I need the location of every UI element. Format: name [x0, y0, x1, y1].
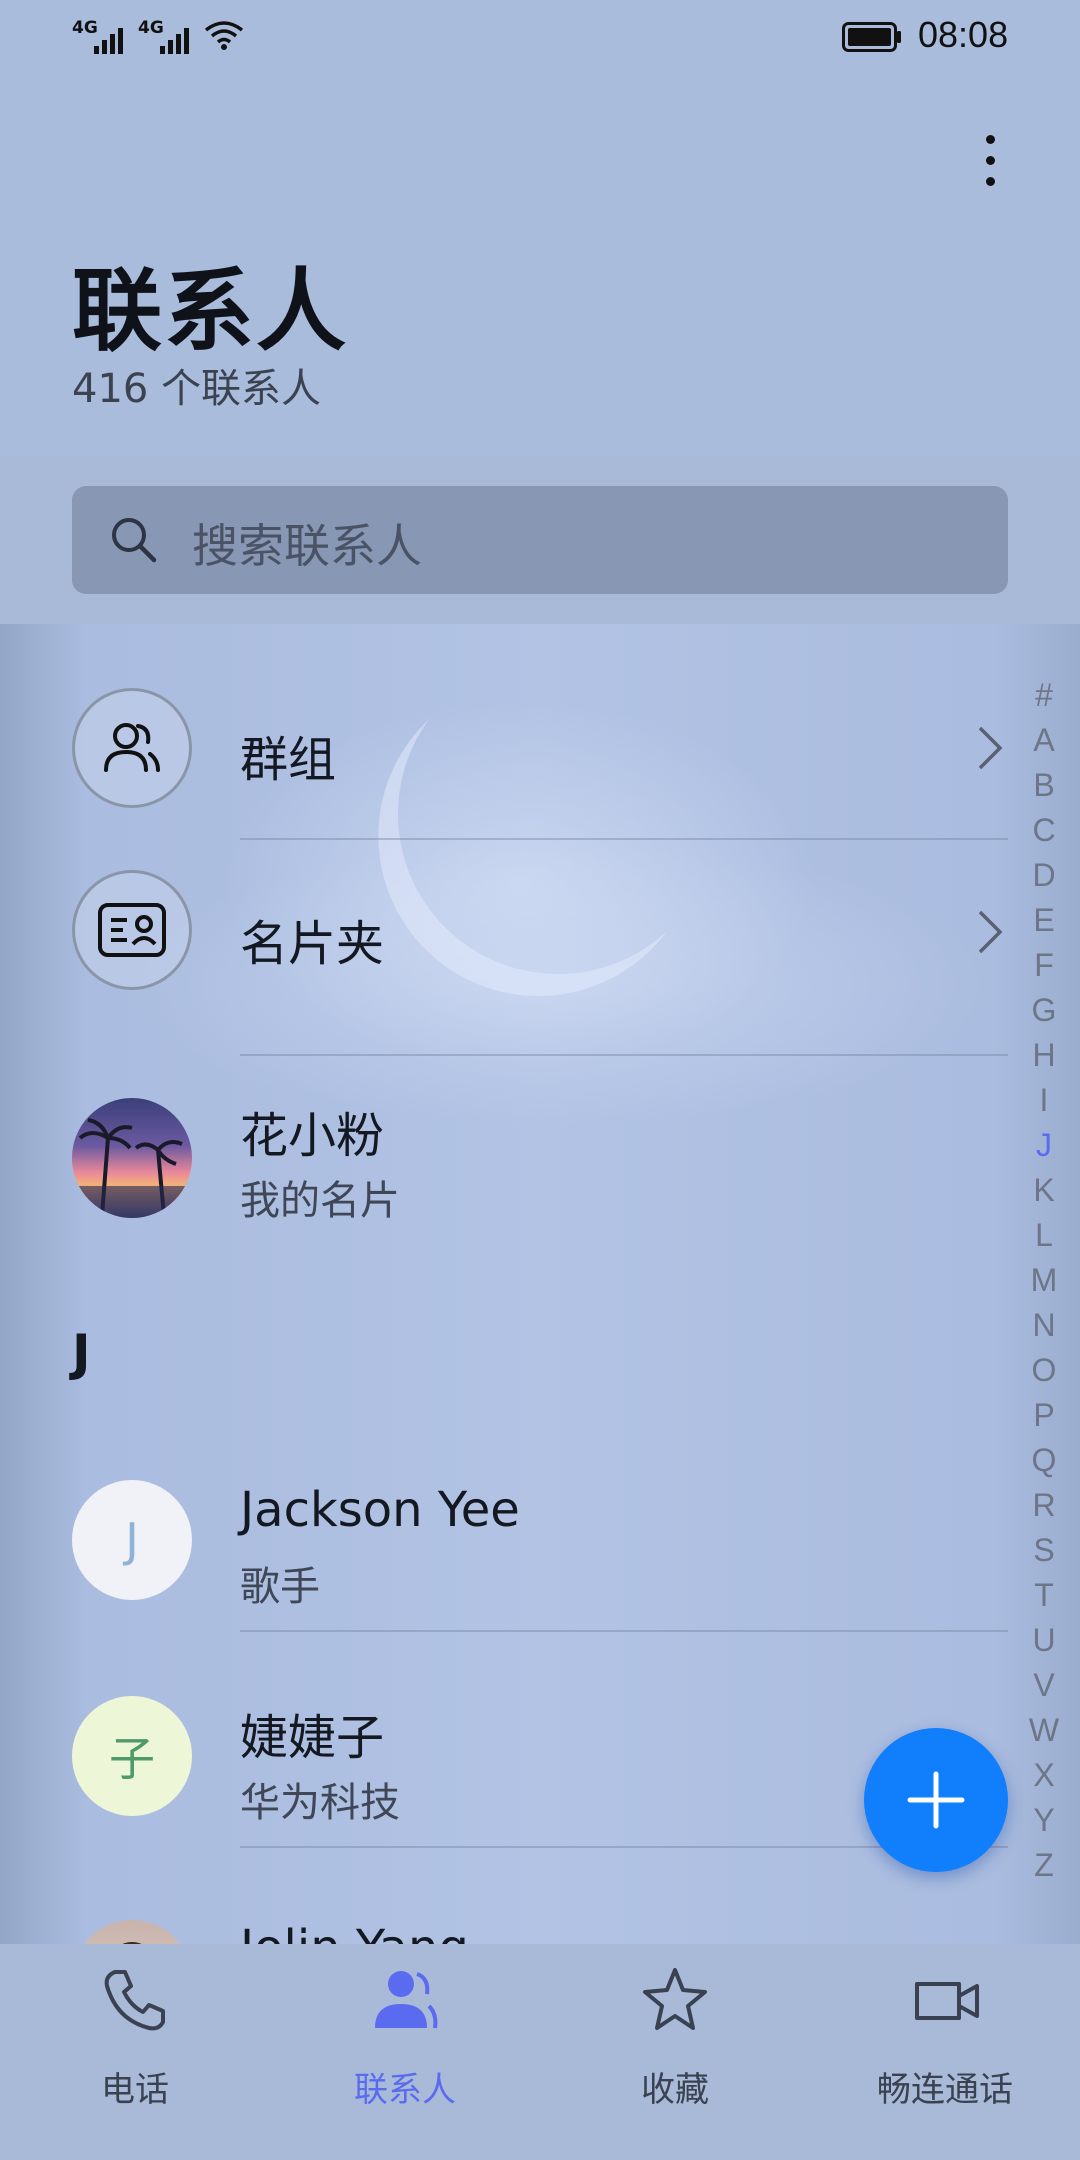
alphabet-letter-q[interactable]: Q [1024, 1438, 1064, 1483]
nav-favorites-label: 收藏 [641, 2070, 709, 2110]
nav-phone-label: 电话 [101, 2070, 169, 2110]
alphabet-letter-r[interactable]: R [1024, 1483, 1064, 1528]
alphabet-letter-x[interactable]: X [1024, 1753, 1064, 1798]
alphabet-letter-h[interactable]: H [1024, 1033, 1064, 1078]
alphabet-letter-a[interactable]: A [1024, 718, 1064, 763]
search-placeholder: 搜索联系人 [192, 519, 422, 573]
avatar-initial: J [125, 1513, 139, 1567]
star-icon [643, 1968, 707, 2030]
contact-row[interactable]: Jolin Yang [0, 1848, 1020, 1944]
palm-tree-photo-icon [72, 1118, 192, 1218]
alphabet-index[interactable]: # A B C D E F G H I J K L M N O P Q R S T U V W X Y Z [1024, 673, 1064, 1888]
alphabet-letter-u[interactable]: U [1024, 1618, 1064, 1663]
alphabet-letter-p[interactable]: P [1024, 1393, 1064, 1438]
contact-subtitle: 歌手 [240, 1564, 320, 1610]
alphabet-letter-hash[interactable]: # [1024, 673, 1064, 718]
contacts-icon [375, 1971, 438, 2029]
business-card-icon [72, 870, 192, 990]
nav-meetime-label: 畅连通话 [877, 2070, 1013, 2110]
contact-name: Jolin Yang [240, 1920, 469, 1944]
my-card-name: 花小粉 [240, 1108, 385, 1164]
section-header: J [72, 1324, 91, 1382]
contact-count: 416 个联系人 [72, 366, 322, 412]
contact-avatar: J [72, 1480, 192, 1600]
video-call-icon [915, 1982, 979, 2020]
alphabet-letter-i[interactable]: I [1024, 1078, 1064, 1123]
alphabet-letter-j[interactable]: J [1024, 1123, 1064, 1168]
more-options-button[interactable] [960, 120, 1020, 200]
cellular-signal-2-icon: 4G [138, 18, 198, 54]
chevron-right-icon [978, 910, 1003, 954]
alphabet-letter-z[interactable]: Z [1024, 1843, 1064, 1888]
alphabet-letter-o[interactable]: O [1024, 1348, 1064, 1393]
contact-name: 婕婕子 [240, 1710, 385, 1766]
battery-icon [842, 22, 901, 52]
nav-phone[interactable]: 电话 [0, 1944, 270, 2160]
more-dot-icon [985, 134, 995, 144]
business-cards-row[interactable]: 名片夹 [0, 840, 1020, 1054]
contact-row[interactable]: J Jackson Yee 歌手 [0, 1436, 1020, 1650]
clock: 08:08 [918, 14, 1009, 55]
wifi-icon [204, 21, 244, 50]
alphabet-letter-f[interactable]: F [1024, 943, 1064, 988]
search-icon [112, 518, 157, 563]
nav-meetime[interactable]: 畅连通话 [810, 1944, 1080, 2160]
cellular-signal-icon: 4G [72, 18, 132, 54]
nav-contacts-label: 联系人 [354, 2070, 456, 2110]
alphabet-letter-y[interactable]: Y [1024, 1798, 1064, 1843]
phone-icon [104, 1970, 165, 2031]
business-cards-label: 名片夹 [240, 916, 385, 972]
status-bar: 4G 4G 08:08 [0, 0, 1080, 80]
alphabet-letter-d[interactable]: D [1024, 853, 1064, 898]
nav-favorites[interactable]: 收藏 [540, 1944, 810, 2160]
groups-row[interactable]: 群组 [0, 660, 1020, 838]
chevron-right-icon [978, 726, 1003, 770]
bottom-navigation: 电话 联系人 收藏 畅连通话 [0, 1944, 1080, 2160]
alphabet-letter-k[interactable]: K [1024, 1168, 1064, 1213]
contact-name: Jackson Yee [240, 1482, 520, 1538]
page-title: 联系人 [72, 259, 348, 364]
groups-icon [72, 688, 192, 808]
contact-photo-avatar [72, 1920, 192, 1944]
my-card-row[interactable]: 花小粉 我的名片 [0, 1056, 1020, 1274]
person-photo-icon [122, 1942, 142, 1944]
add-contact-button[interactable] [864, 1728, 1008, 1872]
alphabet-letter-s[interactable]: S [1024, 1528, 1064, 1573]
alphabet-letter-t[interactable]: T [1024, 1573, 1064, 1618]
contact-avatar: 子 [72, 1696, 192, 1816]
groups-label: 群组 [240, 732, 337, 788]
alphabet-letter-e[interactable]: E [1024, 898, 1064, 943]
more-dot-icon [985, 176, 995, 186]
avatar-initial: 子 [109, 1732, 155, 1786]
alphabet-letter-v[interactable]: V [1024, 1663, 1064, 1708]
alphabet-letter-w[interactable]: W [1024, 1708, 1064, 1753]
contact-subtitle: 华为科技 [240, 1780, 400, 1826]
my-card-subtitle: 我的名片 [240, 1178, 400, 1224]
nav-contacts[interactable]: 联系人 [270, 1944, 540, 2160]
alphabet-letter-m[interactable]: M [1024, 1258, 1064, 1303]
alphabet-letter-b[interactable]: B [1024, 763, 1064, 808]
plus-icon [907, 1771, 965, 1829]
more-dot-icon [985, 155, 995, 165]
alphabet-letter-n[interactable]: N [1024, 1303, 1064, 1348]
alphabet-letter-c[interactable]: C [1024, 808, 1064, 853]
my-card-avatar [72, 1098, 192, 1218]
alphabet-letter-l[interactable]: L [1024, 1213, 1064, 1258]
alphabet-letter-g[interactable]: G [1024, 988, 1064, 1033]
